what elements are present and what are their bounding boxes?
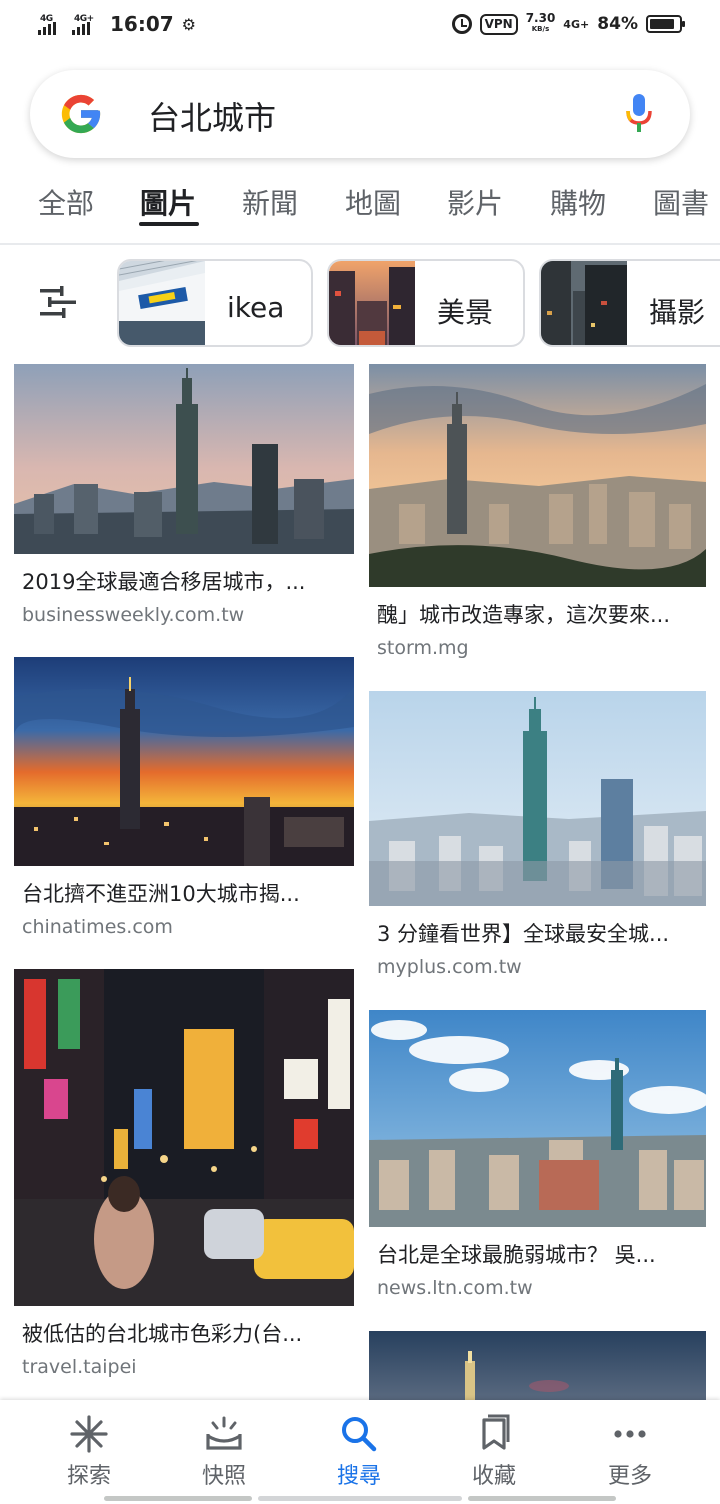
tabs-divider — [0, 243, 720, 245]
speed-value: 7.30 — [525, 11, 556, 25]
signal-icon-sim1: 4G — [38, 13, 64, 35]
vpn-badge: VPN — [479, 13, 518, 35]
nav-snapshot[interactable]: 快照 — [169, 1414, 279, 1490]
alarm-icon — [451, 14, 472, 34]
chip-scenery-label: 美景 — [437, 296, 494, 329]
nav-collections-label: 收藏 — [471, 1464, 516, 1489]
tab-news[interactable]: 新聞 — [242, 182, 298, 222]
speed-unit: KB/s — [531, 25, 550, 33]
nav-more-label: 更多 — [607, 1464, 652, 1489]
asterisk-icon — [70, 1415, 108, 1453]
chip-photography[interactable]: 攝影 — [539, 259, 720, 347]
result-source: news.ltn.com.tw — [377, 1277, 533, 1299]
bottom-navigation: 探索 快照 搜尋 收藏 更多 — [0, 1400, 720, 1504]
result-image[interactable] — [14, 969, 354, 1306]
result-source: storm.mg — [377, 637, 469, 659]
search-bar[interactable]: 台北城市 — [30, 70, 690, 158]
result-card[interactable]: 2019全球最適合移居城市，... businessweekly.com.tw — [14, 364, 354, 626]
result-card[interactable]: 3 分鐘看世界】全球最安全城... myplus.com.tw — [369, 691, 706, 978]
snapshot-icon — [206, 1416, 242, 1450]
nav-more[interactable]: 更多 — [575, 1414, 685, 1490]
search-icon — [342, 1417, 377, 1452]
result-card[interactable] — [369, 1331, 706, 1401]
result-image[interactable] — [14, 364, 354, 554]
tab-videos[interactable]: 影片 — [447, 182, 503, 222]
result-image[interactable] — [369, 691, 706, 906]
status-left: 4G 4G+ 16:07 ⚙ — [38, 12, 196, 36]
tab-images[interactable]: 圖片 — [140, 182, 196, 222]
nav-scroll-indicator — [468, 1496, 616, 1501]
result-title[interactable]: 醜」城市改造專家，這次要來... — [369, 599, 699, 629]
chip-ikea-label: ikea — [227, 291, 285, 324]
google-logo-icon[interactable] — [58, 91, 104, 137]
filter-tune-icon[interactable] — [40, 286, 76, 318]
result-title[interactable]: 台北是全球最脆弱城市？ 吳... — [369, 1239, 699, 1269]
chip-ikea-thumbnail — [119, 261, 205, 345]
tab-shopping[interactable]: 購物 — [550, 182, 606, 222]
result-source: chinatimes.com — [22, 916, 173, 938]
search-input[interactable]: 台北城市 — [148, 93, 276, 139]
tab-all[interactable]: 全部 — [38, 182, 94, 222]
nav-search[interactable]: 搜尋 — [304, 1414, 414, 1490]
result-title[interactable]: 3 分鐘看世界】全球最安全城... — [369, 918, 699, 948]
result-card[interactable]: 醜」城市改造專家，這次要來... storm.mg — [369, 364, 706, 659]
network-type: 4G+ — [563, 17, 590, 31]
result-source: businessweekly.com.tw — [22, 604, 245, 626]
microphone-icon[interactable] — [624, 92, 654, 134]
signal-icon-sim2: 4G+ — [72, 13, 98, 35]
result-card[interactable]: 被低估的台北城市色彩力(台... travel.taipei — [14, 969, 354, 1378]
status-right: VPN 7.30 KB/s 4G+ 84% — [451, 11, 685, 35]
chip-scenery-thumbnail — [329, 261, 415, 345]
result-title[interactable]: 2019全球最適合移居城市，... — [14, 566, 344, 596]
result-title[interactable]: 被低估的台北城市色彩力(台... — [14, 1318, 344, 1348]
result-image[interactable] — [369, 364, 706, 587]
clock: 16:07 — [110, 12, 174, 36]
result-image[interactable] — [14, 657, 354, 866]
result-image[interactable] — [369, 1331, 706, 1401]
result-source: travel.taipei — [22, 1356, 137, 1378]
gear-icon: ⚙ — [181, 14, 197, 34]
chip-photography-thumbnail — [541, 261, 627, 345]
more-dots-icon — [614, 1430, 646, 1438]
nav-snapshot-label: 快照 — [201, 1464, 246, 1489]
nav-scroll-indicator — [258, 1496, 462, 1501]
nav-scroll-indicator — [104, 1496, 252, 1501]
signal2-label: 4G+ — [74, 14, 94, 24]
chip-ikea[interactable]: ikea — [117, 259, 313, 347]
result-source: myplus.com.tw — [377, 956, 522, 978]
battery-percent: 84% — [597, 14, 638, 34]
nav-discover[interactable]: 探索 — [34, 1414, 144, 1490]
nav-discover-label: 探索 — [66, 1464, 111, 1489]
result-image[interactable] — [369, 1010, 706, 1227]
active-tab-indicator — [139, 222, 199, 226]
status-bar: 4G 4G+ 16:07 ⚙ VPN 7.30 KB/s 4G+ 84% — [0, 0, 720, 52]
chip-photography-label: 攝影 — [649, 296, 706, 329]
nav-search-label: 搜尋 — [336, 1464, 381, 1489]
tab-books[interactable]: 圖書 — [653, 182, 709, 222]
search-type-tabs: 全部 圖片 新聞 地圖 影片 購物 圖書 — [0, 172, 720, 232]
battery-icon — [646, 15, 685, 33]
chip-scenery[interactable]: 美景 — [327, 259, 525, 347]
result-card[interactable]: 台北是全球最脆弱城市？ 吳... news.ltn.com.tw — [369, 1010, 706, 1299]
collections-icon — [482, 1414, 510, 1450]
signal1-label: 4G — [40, 14, 53, 24]
result-title[interactable]: 台北擠不進亞洲10大城市揭... — [14, 878, 344, 908]
tab-maps[interactable]: 地圖 — [345, 182, 401, 222]
network-speed: 7.30 KB/s — [525, 11, 556, 35]
nav-collections[interactable]: 收藏 — [439, 1414, 549, 1490]
result-card[interactable]: 台北擠不進亞洲10大城市揭... chinatimes.com — [14, 657, 354, 938]
